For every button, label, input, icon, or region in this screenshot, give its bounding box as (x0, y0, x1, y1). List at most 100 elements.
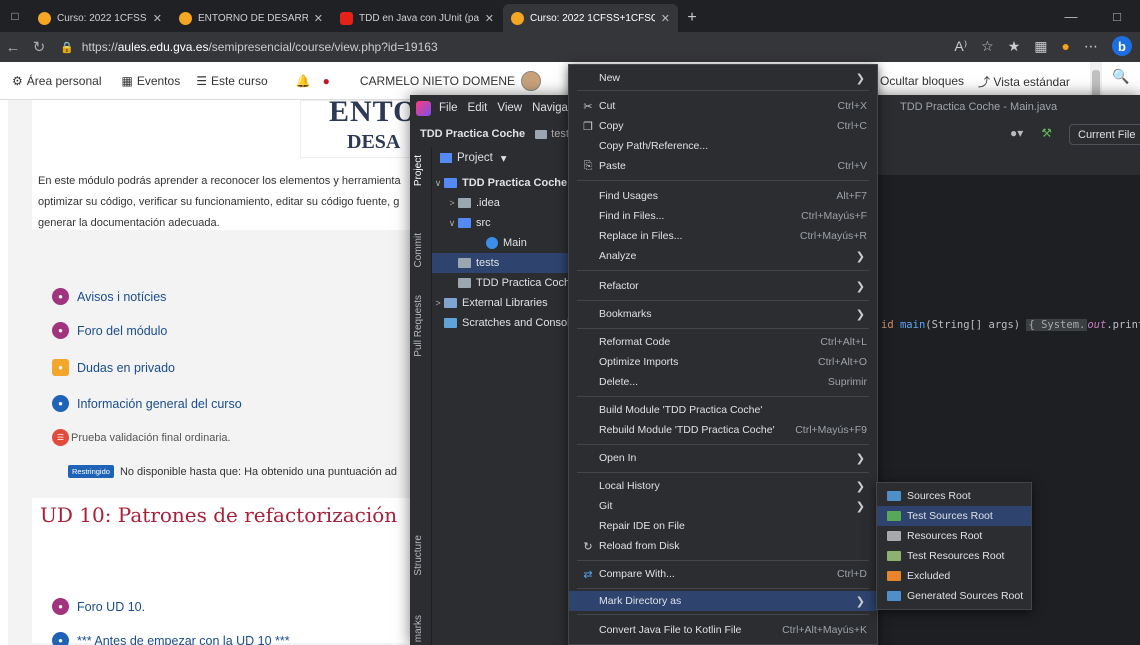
nav-eventos[interactable]: ▦ Eventos (121, 74, 180, 88)
submenu-label: Test Sources Root (907, 510, 993, 522)
user-menu[interactable]: CARMELO NIETO DOMENE (360, 70, 541, 91)
project-view-selector[interactable]: Project ▾ (432, 147, 580, 169)
tool-tab-commit[interactable]: Commit (413, 233, 424, 267)
close-tab-icon[interactable]: ✕ (485, 12, 494, 25)
tool-tab-structure[interactable]: Structure (413, 535, 424, 576)
url-path: /semipresencial/course/view.php?id=19163 (208, 40, 438, 54)
vista-estandar-link[interactable]: ⤴ Vista estándar (978, 73, 1070, 90)
build-icon[interactable]: ⚒ (1041, 126, 1052, 140)
search-icon[interactable]: 🔍 (1112, 68, 1129, 85)
menu-item-replace-in-files[interactable]: Replace in Files... Ctrl+Mayús+R (569, 226, 877, 246)
tree-node-src[interactable]: ∨ src (432, 213, 580, 233)
submenu-item-excluded[interactable]: Excluded (877, 566, 1031, 586)
tool-tab-bookmarks[interactable]: marks (413, 615, 424, 642)
url-field[interactable]: 🔒 https://aules.edu.gva.es/semipresencia… (60, 35, 438, 59)
account-icon[interactable]: ●▾ (1010, 126, 1023, 140)
tool-tab-project[interactable]: Project (413, 155, 424, 186)
link-info-general[interactable]: ● Información general del curso (52, 395, 242, 412)
tree-node-tests[interactable]: tests (432, 253, 580, 273)
menu-item-find-in-files[interactable]: Find in Files... Ctrl+Mayús+F (569, 206, 877, 226)
submenu-item-test-sources-root[interactable]: Test Sources Root (877, 506, 1031, 526)
extension-icon[interactable]: ● (1062, 38, 1070, 54)
menu-item-repair-ide[interactable]: Repair IDE on File (569, 516, 877, 536)
tree-node-external-libraries[interactable]: > External Libraries (432, 293, 580, 313)
bing-icon[interactable]: b (1112, 36, 1132, 56)
link-dudas[interactable]: ● Dudas en privado (52, 359, 175, 376)
expand-arrow-icon[interactable]: > (446, 198, 458, 208)
menu-item-analyze[interactable]: Analyze ❯ (569, 246, 877, 266)
nav-este-curso[interactable]: ☰ Este curso (196, 74, 267, 88)
menu-item-copy[interactable]: ❐ Copy Ctrl+C (569, 116, 877, 136)
ocultar-bloques-link[interactable]: Ocultar bloques (880, 74, 964, 88)
tree-node-main[interactable]: Main (432, 233, 580, 253)
section-body (32, 532, 424, 643)
code-fold[interactable]: { System. (1026, 319, 1088, 331)
tree-node-idea[interactable]: > .idea (432, 193, 580, 213)
menu-item-reformat-code[interactable]: Reformat Code Ctrl+Alt+L (569, 332, 877, 352)
link-foro-modulo[interactable]: ● Foro del módulo (52, 322, 167, 339)
new-tab-button[interactable]: + (679, 4, 705, 32)
nav-area-personal[interactable]: ⚙ Área personal (12, 74, 101, 88)
menu-item-convert-to-kotlin[interactable]: Convert Java File to Kotlin File Ctrl+Alt… (569, 620, 877, 640)
favorite-icon[interactable]: ☆ (981, 38, 994, 55)
restricted-badge: Restringido (68, 465, 114, 478)
menu-item-open-in[interactable]: Open In ❯ (569, 448, 877, 468)
messages-icon[interactable]: ● (323, 74, 330, 88)
link-foro-ud10[interactable]: ● Foro UD 10. (52, 598, 145, 615)
tab-actions-icon[interactable]: □ (0, 0, 30, 32)
close-tab-icon[interactable]: ✕ (153, 12, 162, 25)
menu-item-git[interactable]: Git ❯ (569, 496, 877, 516)
browser-tab-3[interactable]: Curso: 2022 1CFSS+1CFSQ Ento ✕ (503, 4, 678, 32)
browser-tab-1[interactable]: ENTORNO DE DESARROLLO: M ✕ (171, 4, 331, 32)
menu-item-mark-directory-as[interactable]: Mark Directory as ❯ (569, 591, 877, 611)
tree-node-scratches[interactable]: Scratches and Console (432, 313, 580, 333)
link-label: Dudas en privado (77, 360, 175, 375)
reload-icon[interactable]: ↻ (26, 38, 52, 56)
more-icon[interactable]: ⋯ (1084, 38, 1098, 55)
link-antes-de-empezar[interactable]: ● *** Antes de empezar con la UD 10 *** (52, 632, 290, 645)
minimize-icon[interactable]: — (1048, 0, 1094, 32)
submenu-item-resources-root[interactable]: Resources Root (877, 526, 1031, 546)
menu-item-rebuild-module[interactable]: Rebuild Module 'TDD Practica Coche' Ctrl+… (569, 420, 877, 440)
menu-item-refactor[interactable]: Refactor ❯ (569, 276, 877, 296)
submenu-item-test-resources-root[interactable]: Test Resources Root (877, 546, 1031, 566)
tool-tab-pull-requests[interactable]: Pull Requests (413, 295, 424, 357)
expand-arrow-icon[interactable]: > (432, 298, 444, 308)
collections-icon[interactable]: ▦ (1034, 38, 1047, 55)
menu-item-bookmarks[interactable]: Bookmarks ❯ (569, 304, 877, 324)
menu-item-cut[interactable]: ✂ Cut Ctrl+X (569, 96, 877, 116)
menu-item-copy-path[interactable]: Copy Path/Reference... (569, 136, 877, 156)
menu-item-delete[interactable]: Delete... Suprimir (569, 372, 877, 392)
browser-tab-0[interactable]: Curso: 2022 1CFSS+1CFSQ Ento ✕ (30, 4, 170, 32)
submenu-item-sources-root[interactable]: Sources Root (877, 486, 1031, 506)
favorites-list-icon[interactable]: ★ (1008, 38, 1021, 55)
close-tab-icon[interactable]: ✕ (661, 12, 670, 25)
link-avisos[interactable]: ● Avisos i notícies (52, 288, 166, 305)
menu-item-reload-from-disk[interactable]: ↻ Reload from Disk (569, 536, 877, 556)
menu-file[interactable]: File (439, 102, 458, 114)
expand-arrow-icon[interactable]: ∨ (446, 218, 458, 229)
menu-edit[interactable]: Edit (468, 102, 488, 114)
submenu-item-generated-sources-root[interactable]: Generated Sources Root (877, 586, 1031, 606)
menu-item-compare-with[interactable]: ⇄ Compare With... Ctrl+D (569, 564, 877, 584)
menu-item-paste[interactable]: ⎘ Paste Ctrl+V (569, 156, 877, 176)
back-icon[interactable]: ← (0, 39, 26, 56)
breadcrumb-project[interactable]: TDD Practica Coche (420, 128, 525, 140)
expand-arrow-icon[interactable]: ∨ (432, 178, 444, 189)
tree-node-project-root[interactable]: ∨ TDD Practica Coche (432, 173, 580, 193)
menu-item-local-history[interactable]: Local History ❯ (569, 476, 877, 496)
menu-item-find-usages[interactable]: Find Usages Alt+F7 (569, 186, 877, 206)
notifications-icon[interactable]: 🔔 (296, 74, 311, 88)
restore-icon[interactable]: □ (1094, 0, 1140, 32)
menu-item-new[interactable]: New ❯ (569, 68, 877, 88)
close-tab-icon[interactable]: ✕ (314, 12, 323, 25)
browser-tab-2[interactable]: TDD en Java con JUnit (parte 1) ✕ (332, 4, 502, 32)
link-prueba-validacion[interactable]: ☰ Prueba validación final ordinaria. (52, 429, 231, 446)
tree-node-iml[interactable]: TDD Practica Coch (432, 273, 580, 293)
menu-item-build-module[interactable]: Build Module 'TDD Practica Coche' (569, 400, 877, 420)
menu-item-optimize-imports[interactable]: Optimize Imports Ctrl+Alt+O (569, 352, 877, 372)
menu-view[interactable]: View (497, 102, 522, 114)
read-aloud-icon[interactable]: A⁾ (954, 38, 967, 55)
menu-navigate[interactable]: Naviga (532, 102, 568, 114)
run-config-select[interactable]: Current File ▾ (1069, 124, 1140, 145)
